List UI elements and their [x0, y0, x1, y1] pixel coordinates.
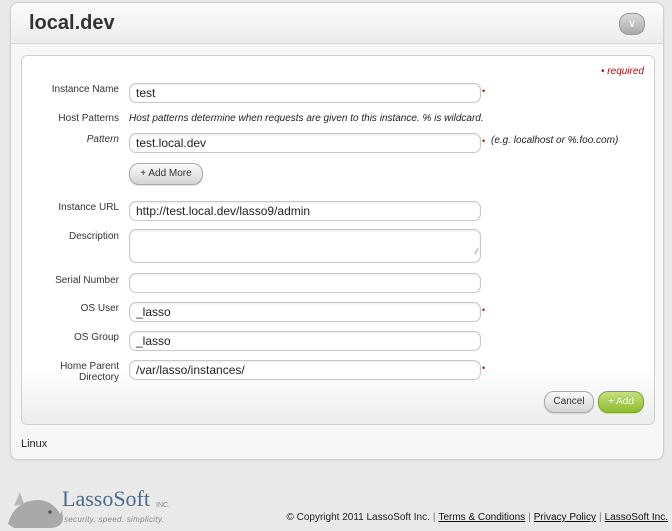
serial-number-input[interactable]: [129, 273, 481, 293]
lassosoft-logo[interactable]: LassoSoft INC. security. speed. simplici…: [6, 484, 176, 530]
instance-name-required-mark: •: [482, 86, 486, 96]
pattern-label: Pattern: [86, 134, 119, 145]
home-parent-directory-input[interactable]: /var/lasso/instances/: [129, 360, 481, 380]
home-parent-directory-label: Home Parent Directory: [22, 361, 119, 383]
home-parent-label-line1: Home Parent: [60, 361, 119, 372]
divider: |: [528, 512, 531, 523]
home-parent-required-mark: •: [482, 363, 486, 373]
instance-url-input[interactable]: http://test.local.dev/lasso9/admin: [129, 201, 481, 221]
logo-tagline: security. speed. simplicity.: [64, 515, 165, 524]
logo-text: LassoSoft: [62, 486, 150, 511]
divider: |: [599, 512, 602, 523]
lassosoft-link[interactable]: LassoSoft Inc.: [605, 512, 668, 523]
description-textarea[interactable]: ∕∕: [129, 229, 481, 263]
os-group-input[interactable]: _lasso: [129, 331, 481, 351]
cancel-button[interactable]: Cancel: [544, 391, 594, 413]
pattern-example: (e.g. localhost or %.foo.com): [491, 135, 619, 146]
divider: |: [432, 512, 436, 523]
page-footer: LassoSoft INC. security. speed. simplici…: [0, 476, 672, 531]
instance-form: • required Instance Name test • Host Pat…: [21, 55, 655, 425]
rhino-logo-icon: [8, 492, 63, 528]
host-patterns-hint: Host patterns determine when requests ar…: [129, 113, 484, 124]
copyright-text: © Copyright 2011 LassoSoft Inc.: [286, 512, 430, 523]
os-user-required-mark: •: [482, 305, 486, 315]
add-button[interactable]: + Add: [598, 391, 644, 413]
required-note-text: required: [607, 66, 644, 77]
os-group-label: OS Group: [73, 332, 119, 343]
description-label: Description: [68, 231, 119, 242]
serial-number-label: Serial Number: [55, 275, 119, 286]
instance-name-label: Instance Name: [51, 84, 119, 95]
terms-link[interactable]: Terms & Conditions: [438, 512, 525, 523]
add-more-button[interactable]: + Add More: [129, 163, 203, 185]
platform-label: Linux: [21, 438, 48, 450]
page-title: local.dev: [29, 12, 115, 34]
required-note: • required: [601, 66, 644, 77]
home-parent-label-line2: Directory: [78, 372, 119, 383]
instance-url-label: Instance URL: [58, 202, 119, 213]
os-user-input[interactable]: _lasso: [129, 302, 481, 322]
instance-name-input[interactable]: test: [129, 83, 481, 103]
footer-links: © Copyright 2011 LassoSoft Inc. | Terms & …: [286, 512, 668, 523]
card-header: local.dev ∨: [11, 3, 663, 44]
required-mark: •: [601, 66, 605, 77]
pattern-input[interactable]: test.local.dev: [129, 133, 481, 153]
resize-grip-icon[interactable]: ∕∕: [475, 243, 478, 261]
os-user-label: OS User: [80, 303, 119, 314]
logo-inc: INC.: [156, 502, 170, 509]
instance-card: local.dev ∨ • required Instance Name tes…: [10, 2, 664, 460]
host-patterns-label: Host Patterns: [58, 113, 119, 124]
chevron-down-icon: ∨: [627, 18, 637, 30]
privacy-link[interactable]: Privacy Policy: [534, 512, 596, 523]
collapse-button[interactable]: ∨: [619, 13, 645, 35]
pattern-required-mark: •: [482, 136, 486, 146]
